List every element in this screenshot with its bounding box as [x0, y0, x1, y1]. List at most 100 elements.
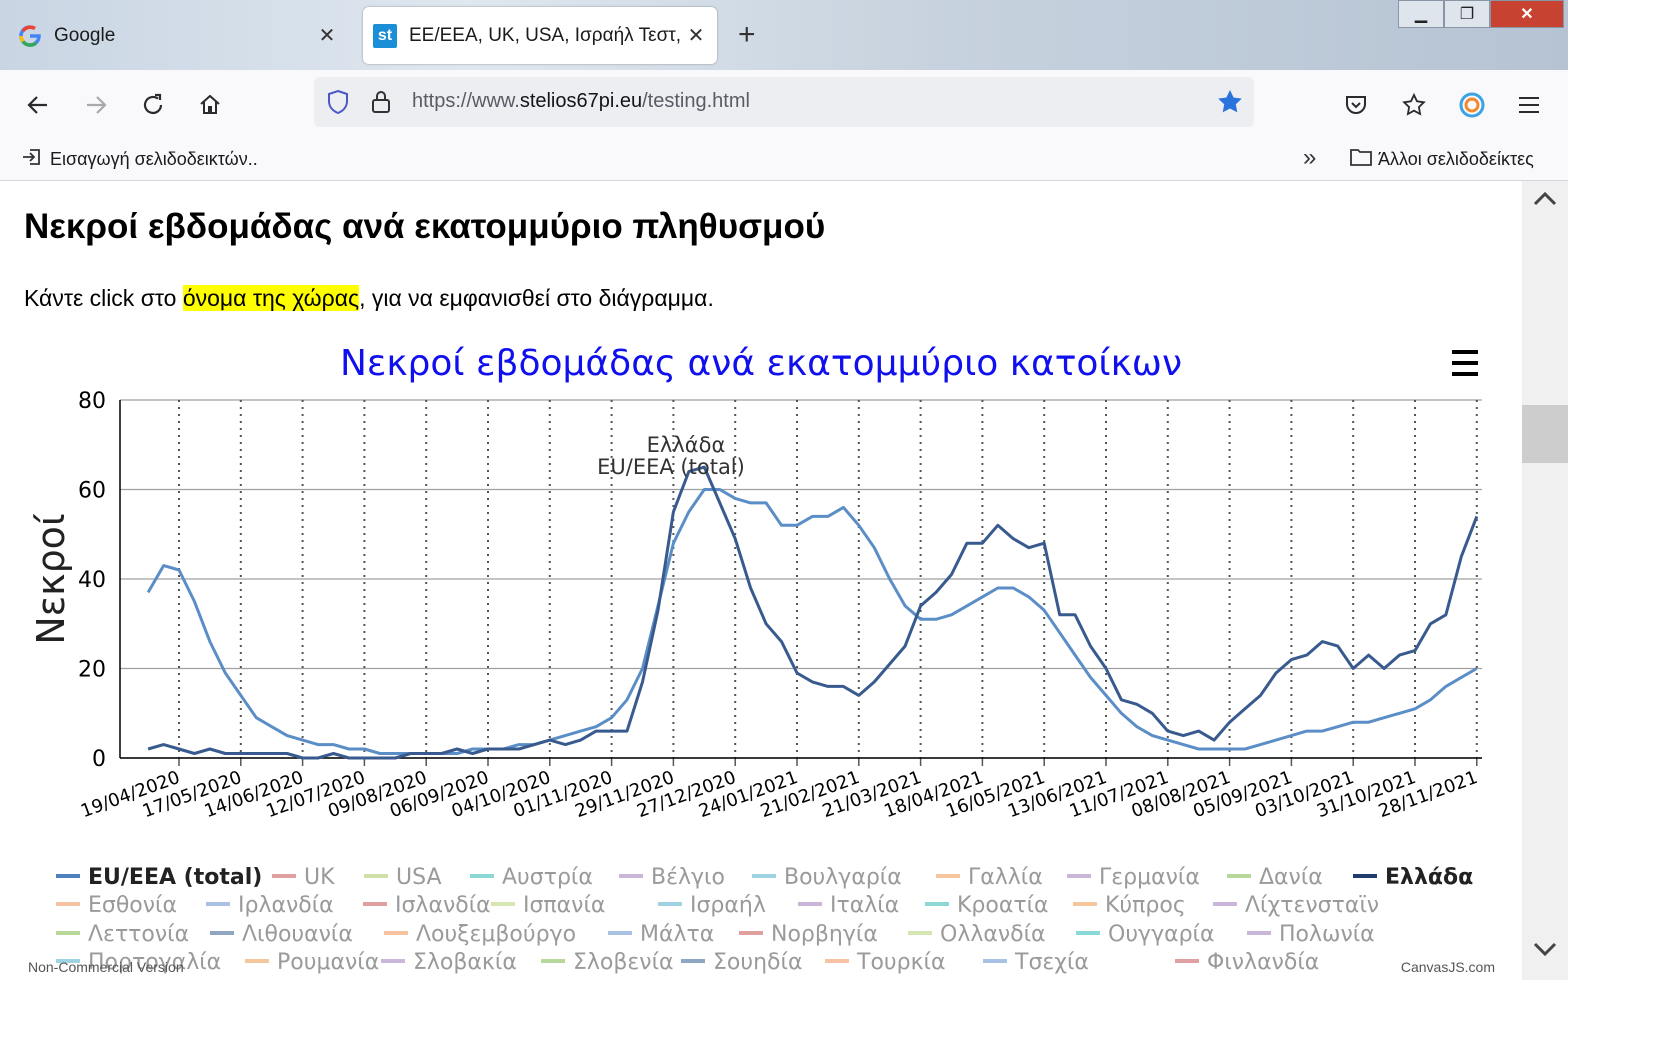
page-content: Νεκροί εβδομάδας ανά εκατομμύριο πληθυσμ… [0, 181, 1522, 980]
legend-item[interactable]: Ολλανδία [908, 922, 1046, 947]
y-tick-label: 0 [92, 747, 106, 772]
new-tab-button[interactable]: + [738, 20, 756, 50]
folder-icon [1350, 147, 1372, 172]
forward-arrow-icon[interactable] [79, 88, 113, 122]
legend-item[interactable]: Κροατία [925, 893, 1049, 918]
maximize-window-icon[interactable]: ❐ [1444, 0, 1490, 28]
legend-item[interactable]: Γερμανία [1067, 865, 1200, 890]
pocket-icon[interactable] [1339, 88, 1373, 122]
extensions-star-icon[interactable] [1397, 88, 1431, 122]
y-tick-label: 60 [78, 479, 106, 504]
menu-bar [1452, 372, 1478, 376]
legend-item[interactable]: Φινλανδία [1175, 950, 1319, 975]
legend-label: Ολλανδία [940, 922, 1046, 947]
legend-item[interactable]: Ισραήλ [658, 893, 766, 918]
legend-label: Σουηδία [713, 950, 802, 975]
home-icon[interactable] [193, 88, 227, 122]
legend-item[interactable]: EU/EEA (total) [56, 865, 262, 890]
y-tick-label: 20 [78, 658, 106, 683]
legend-item[interactable]: Ελλάδα [1353, 865, 1473, 890]
bookmark-star-icon[interactable] [1216, 88, 1244, 121]
minimize-window-icon[interactable]: ▁ [1398, 0, 1444, 28]
watermark-left: Non-Commercial Version [28, 959, 184, 975]
legend-item[interactable]: Ισπανία [491, 893, 605, 918]
legend-label: Γαλλία [968, 865, 1043, 890]
address-bar[interactable]: https://www.stelios67pi.eu/testing.html [314, 77, 1254, 127]
browser-titlebar: Google ✕ st EE/EEA, UK, USA, Ισραήλ Τεστ… [0, 0, 1568, 70]
legend-item[interactable]: Δανία [1227, 865, 1323, 890]
legend-item[interactable]: Τουρκία [825, 950, 946, 975]
legend-label: Τσεχία [1014, 950, 1089, 975]
legend-item[interactable]: Πολωνία [1247, 922, 1375, 947]
legend-item[interactable]: Ρουμανία [245, 950, 379, 975]
page-scrollbar[interactable] [1522, 181, 1568, 980]
legend-label: Βουλγαρία [784, 865, 902, 890]
series-eu-eea-total [146, 488, 1478, 755]
legend-item[interactable]: Λίχτενσταϊν [1213, 893, 1379, 918]
legend-item[interactable]: Εσθονία [56, 893, 177, 918]
menu-bar [1452, 361, 1478, 365]
series-ellada [147, 465, 1479, 760]
legend-label: UK [304, 865, 335, 890]
shield-icon[interactable] [326, 89, 350, 120]
legend-item[interactable]: Κύπρος [1073, 893, 1186, 918]
watermark-right: CanvasJS.com [1401, 959, 1495, 975]
legend-item[interactable]: Ισλανδία [363, 893, 491, 918]
lock-icon[interactable] [370, 89, 392, 120]
url-text[interactable]: https://www.stelios67pi.eu/testing.html [412, 90, 750, 113]
legend-label: Γερμανία [1099, 865, 1200, 890]
tab-google[interactable]: Google ✕ [8, 7, 348, 64]
legend-label: Ισλανδία [395, 893, 491, 918]
legend-item[interactable]: Σουηδία [681, 950, 802, 975]
legend-label: Λιθουανία [242, 922, 353, 947]
app-menu-icon[interactable] [1512, 88, 1546, 122]
legend-item[interactable]: USA [364, 865, 442, 890]
legend-item[interactable]: Ιρλανδία [206, 893, 334, 918]
hamburger-menu-icon[interactable] [1452, 350, 1478, 376]
legend-item[interactable]: Ιταλία [798, 893, 899, 918]
legend-label: USA [396, 865, 442, 890]
legend-label: Λεττονία [88, 922, 189, 947]
close-tab-icon[interactable]: ✕ [314, 23, 340, 48]
legend-item[interactable]: Μάλτα [608, 922, 714, 947]
reload-icon[interactable] [136, 88, 170, 122]
account-icon[interactable] [1455, 88, 1489, 122]
legend-label: Λίχτενσταϊν [1245, 893, 1379, 918]
scrollbar-thumb[interactable] [1522, 405, 1568, 463]
legend-item[interactable]: Βουλγαρία [752, 865, 902, 890]
legend-item[interactable]: Αυστρία [470, 865, 593, 890]
y-tick-label: 40 [78, 568, 106, 593]
tab-active[interactable]: st EE/EEA, UK, USA, Ισραήλ Τεστ, Θ ✕ [363, 7, 717, 64]
legend-item[interactable]: Γαλλία [936, 865, 1043, 890]
legend-label: Ρουμανία [277, 950, 379, 975]
legend-item[interactable]: Σλοβενία [541, 950, 674, 975]
tab-title: EE/EEA, UK, USA, Ισραήλ Τεστ, Θ [409, 24, 683, 46]
legend-item[interactable]: Λεττονία [56, 922, 189, 947]
bookmark-import[interactable]: Εισαγωγή σελιδοδεικτών.. [22, 147, 258, 172]
legend-item[interactable]: UK [272, 865, 335, 890]
close-tab-icon[interactable]: ✕ [683, 23, 709, 48]
import-icon [22, 147, 42, 172]
bookmarks-overflow-icon[interactable]: » [1303, 144, 1316, 172]
legend-item[interactable]: Νορβηγία [739, 922, 878, 947]
close-window-icon[interactable]: ✕ [1490, 0, 1564, 28]
legend-label: Κύπρος [1105, 893, 1186, 918]
legend-label: Κροατία [957, 893, 1049, 918]
bookmark-other[interactable]: Άλλοι σελιδοδείκτες [1350, 147, 1534, 172]
back-arrow-icon[interactable] [21, 88, 55, 122]
point-label: EU/EEA (total) [597, 455, 745, 479]
legend-item[interactable]: Ουγγαρία [1076, 922, 1215, 947]
y-tick-label: 80 [78, 389, 106, 414]
scroll-up-arrow-icon[interactable] [1532, 187, 1558, 215]
legend-label: Ιταλία [830, 893, 899, 918]
legend-item[interactable]: Σλοβακία [381, 950, 517, 975]
navigation-bar: https://www.stelios67pi.eu/testing.html [0, 70, 1568, 138]
chart: Νεκροί εβδομάδας ανά εκατομμύριο κατοίκω… [28, 343, 1495, 975]
legend-label: Μάλτα [640, 922, 714, 947]
legend-item[interactable]: Λουξεμβούργο [384, 922, 576, 947]
legend-item[interactable]: Λιθουανία [210, 922, 353, 947]
series-line [146, 488, 1478, 755]
legend-item[interactable]: Τσεχία [983, 950, 1089, 975]
scroll-down-arrow-icon[interactable] [1532, 939, 1558, 967]
legend-item[interactable]: Βέλγιο [619, 865, 725, 890]
